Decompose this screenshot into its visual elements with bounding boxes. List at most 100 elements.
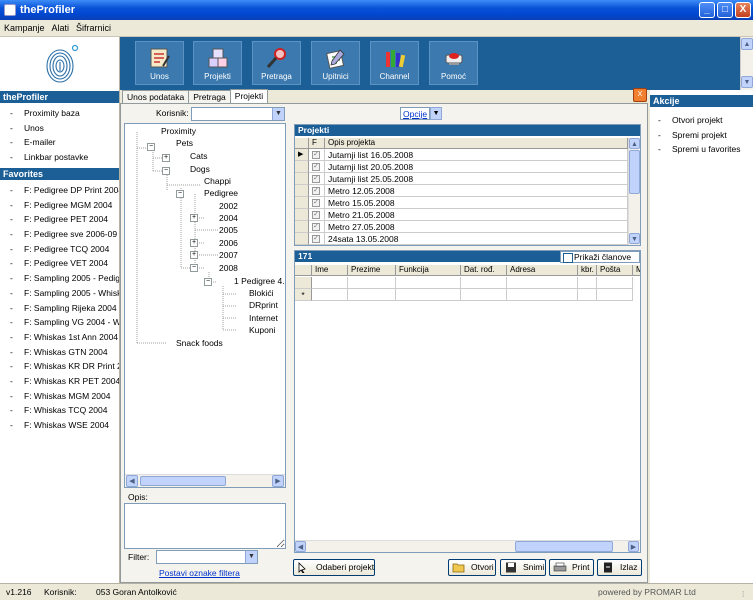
favorite-item[interactable]: F: Whiskas WSE 2004 [0, 418, 119, 433]
sidebar-item-proximity-baza[interactable]: Proximity baza [0, 106, 119, 121]
akcija-spremi-projekt[interactable]: Spremi projekt [650, 128, 753, 143]
projects-scroll-thumb[interactable] [629, 150, 640, 194]
menu-alati[interactable]: Alati [48, 20, 73, 33]
projects-vertical-scrollbar[interactable]: ▲ ▼ [628, 138, 640, 245]
tree-pedigree4-collapse-icon[interactable]: − [204, 278, 212, 286]
project-row[interactable]: ✓ 24sata 13.05.2008 [295, 233, 628, 245]
tab-projekti[interactable]: Projekti [229, 89, 269, 103]
panel-pin-icon[interactable]: X [633, 88, 647, 102]
toolbar-scrollbar[interactable]: ▲ ▼ [740, 37, 753, 90]
project-opis-cell[interactable]: Jutarnji list 16.05.2008 [325, 149, 628, 161]
tree-node-2008[interactable]: 2008 [219, 263, 238, 273]
tree-dogs-collapse-icon[interactable]: − [162, 167, 170, 175]
project-row[interactable]: ✓ Metro 15.05.2008 [295, 197, 628, 209]
tree-2004-expand-icon[interactable]: + [190, 214, 198, 222]
members-new-row[interactable]: * [295, 289, 640, 301]
project-row[interactable]: ✓ Jutarnji list 20.05.2008 [295, 161, 628, 173]
postavi-oznake-filtera-link[interactable]: Postavi oznake filtera [159, 568, 240, 578]
members-col-dat-rod[interactable]: Dat. rođ. [461, 265, 507, 276]
favorite-item[interactable]: F: Whiskas MGM 2004 [0, 389, 119, 404]
members-col-posta[interactable]: Pošta [597, 265, 633, 276]
favorite-item[interactable]: F: Pedigree DP Print 2004 [0, 183, 119, 198]
project-opis-cell[interactable]: Metro 27.05.2008 [325, 221, 628, 233]
members-horizontal-scrollbar[interactable]: ◀ ▶ [295, 540, 640, 552]
menu-sifrarnici[interactable]: Šifrarnici [72, 20, 114, 33]
minimize-button[interactable]: _ [699, 2, 715, 18]
opcije-dropdown[interactable]: Opcije ▼ [400, 107, 443, 120]
filter-select[interactable]: ▼ [156, 550, 258, 564]
project-favorite-checkbox[interactable]: ✓ [312, 199, 320, 207]
tree-node-proximity[interactable]: Proximity [161, 126, 196, 136]
tree-node-2007[interactable]: 2007 [219, 250, 238, 260]
tree-node-snack-foods[interactable]: Snack foods [176, 338, 223, 348]
tree-node-kuponi[interactable]: Kuponi [249, 325, 275, 335]
prikazi-clanove-checkbox[interactable]: Prikaži članove [560, 251, 640, 263]
close-window-button[interactable]: X [735, 2, 751, 18]
projects-col-opis[interactable]: Opis projekta [325, 138, 628, 149]
tree-node-chappi[interactable]: Chappi [204, 176, 231, 186]
tree-node-2005[interactable]: 2005 [219, 225, 238, 235]
toolbar-unos-button[interactable]: Unos [135, 41, 184, 85]
tree-node-2006[interactable]: 2006 [219, 238, 238, 248]
current-row-marker-icon[interactable]: ▶ [295, 149, 309, 161]
project-favorite-checkbox[interactable]: ✓ [312, 163, 320, 171]
tree-node-blokici[interactable]: Blokići [249, 288, 274, 298]
snimi-button[interactable]: Snimi [500, 559, 546, 576]
opcije-dropdown-icon[interactable]: ▼ [430, 107, 443, 120]
favorite-item[interactable]: F: Sampling VG 2004 - Wh [0, 315, 119, 330]
project-opis-cell[interactable]: 24sata 13.05.2008 [325, 233, 628, 245]
tab-unos-podataka[interactable]: Unos podataka [122, 90, 190, 103]
favorite-item[interactable]: F: Sampling 2005 - Pedigr [0, 271, 119, 286]
odaberi-projekt-button[interactable]: Odaberi projekt [293, 559, 375, 576]
favorite-item[interactable]: F: Whiskas 1st Ann 2004 [0, 330, 119, 345]
favorite-item[interactable]: F: Whiskas TCQ 2004 [0, 403, 119, 418]
project-opis-cell[interactable]: Jutarnji list 25.05.2008 [325, 173, 628, 185]
opis-textarea[interactable] [124, 503, 286, 549]
tree-node-pedigree[interactable]: Pedigree [204, 188, 238, 198]
projects-scroll-up-button[interactable]: ▲ [629, 138, 640, 149]
tree-node-pedigree4[interactable]: 1 Pedigree 4. [234, 276, 285, 286]
members-scroll-right-button[interactable]: ▶ [628, 541, 639, 552]
sidebar-item-e-mailer[interactable]: E-mailer [0, 135, 119, 150]
toolbar-projekti-button[interactable]: Projekti [193, 41, 242, 85]
project-favorite-checkbox[interactable]: ✓ [312, 151, 320, 159]
favorite-item[interactable]: F: Sampling 2005 - Whiska [0, 286, 119, 301]
menu-kampanje[interactable]: Kampanje [0, 20, 48, 33]
favorite-item[interactable]: F: Whiskas KR DR Print 20 [0, 359, 119, 374]
members-col-ime[interactable]: Ime [312, 265, 348, 276]
otvori-button[interactable]: Otvori [448, 559, 496, 576]
tree-2006-expand-icon[interactable]: + [190, 239, 198, 247]
project-opis-cell[interactable]: Metro 12.05.2008 [325, 185, 628, 197]
projects-col-f[interactable]: F [309, 138, 325, 149]
tree-pets-collapse-icon[interactable]: − [147, 143, 155, 151]
favorite-item[interactable]: F: Pedigree TCQ 2004 [0, 242, 119, 257]
members-col-prezime[interactable]: Prezime [348, 265, 396, 276]
favorite-item[interactable]: F: Pedigree sve 2006-09 [0, 227, 119, 242]
maximize-button[interactable]: □ [717, 2, 733, 18]
row-header[interactable] [295, 197, 309, 209]
tree-node-cats[interactable]: Cats [190, 151, 207, 161]
toolbar-scroll-up-button[interactable]: ▲ [741, 38, 753, 50]
korisnik-dropdown-icon[interactable]: ▼ [272, 108, 284, 120]
members-col-m[interactable]: M [633, 265, 640, 276]
members-col-funkcija[interactable]: Funkcija [396, 265, 461, 276]
project-opis-cell[interactable]: Metro 21.05.2008 [325, 209, 628, 221]
members-col-kbr[interactable]: kbr. [578, 265, 597, 276]
tree-node-drprint[interactable]: DRprint [249, 300, 278, 310]
akcija-spremi-u-favorites[interactable]: Spremi u favorites [650, 142, 753, 157]
tree-cats-expand-icon[interactable]: + [162, 154, 170, 162]
toolbar-pomoc-button[interactable]: Pomoć [429, 41, 478, 85]
members-scroll-thumb[interactable] [515, 541, 613, 552]
project-favorite-checkbox[interactable]: ✓ [312, 175, 320, 183]
tree-scroll-right-button[interactable]: ▶ [272, 475, 284, 487]
project-row[interactable]: ✓ Metro 12.05.2008 [295, 185, 628, 197]
row-header[interactable] [295, 173, 309, 185]
akcija-otvori-projekt[interactable]: Otvori projekt [650, 113, 753, 128]
toolbar-upitnici-button[interactable]: Upitnici [311, 41, 360, 85]
members-col-adresa[interactable]: Adresa [507, 265, 578, 276]
tree-2008-collapse-icon[interactable]: − [190, 264, 198, 272]
project-favorite-checkbox[interactable]: ✓ [312, 223, 320, 231]
tree-node-2004[interactable]: 2004 [219, 213, 238, 223]
project-row[interactable]: ✓ Jutarnji list 25.05.2008 [295, 173, 628, 185]
tree-pedigree-collapse-icon[interactable]: − [176, 190, 184, 198]
